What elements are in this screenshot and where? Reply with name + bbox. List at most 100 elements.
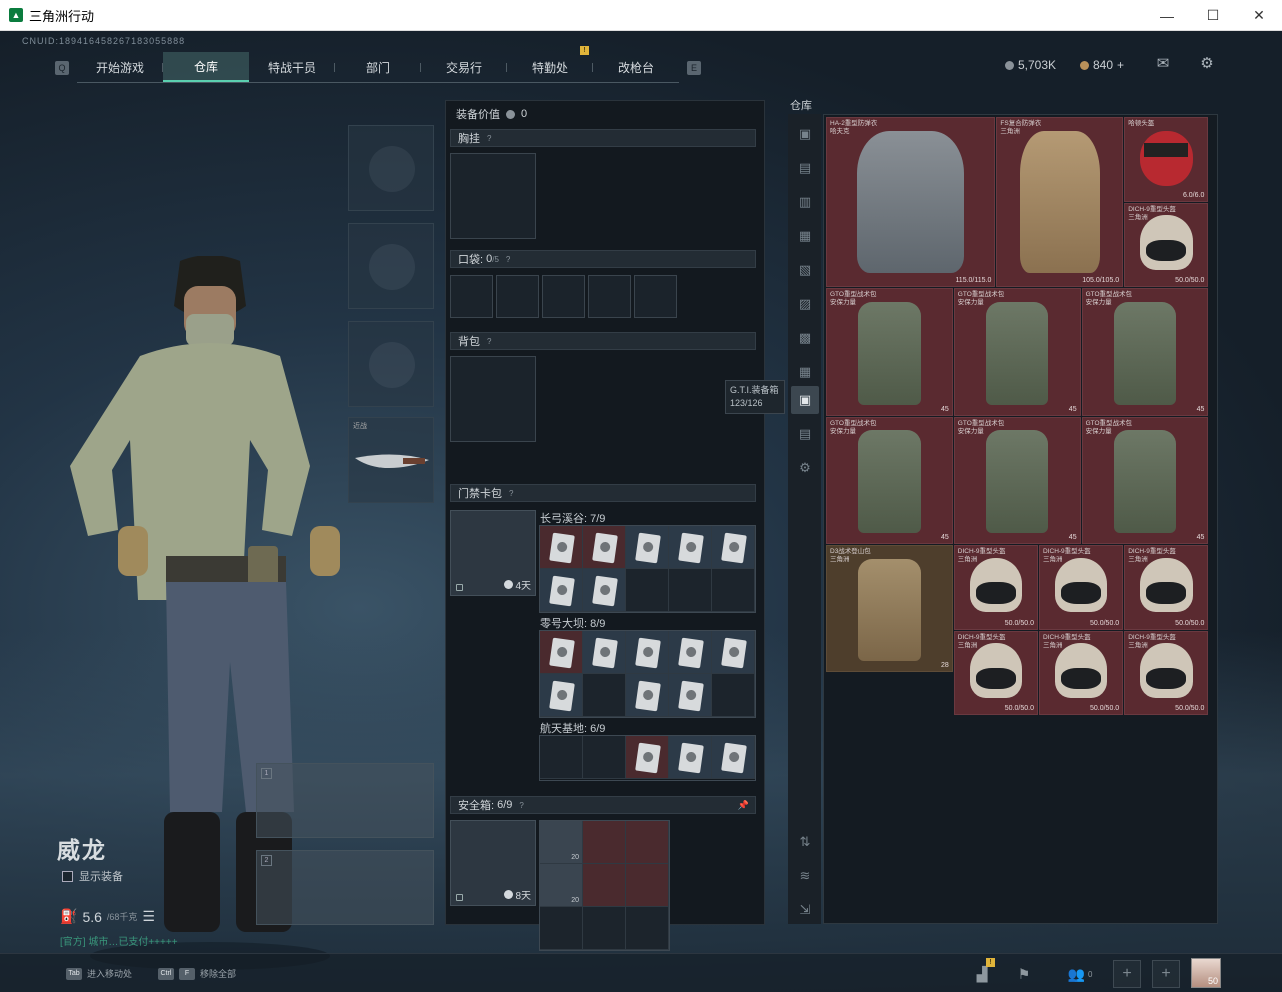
empty-keycard-slot[interactable] (626, 569, 669, 612)
tab-operators[interactable]: 特战干员 (249, 52, 335, 82)
category-collect-icon[interactable]: ▤ (791, 420, 819, 448)
keycard-item[interactable] (583, 631, 626, 674)
category-ammo-icon[interactable]: ▦ (791, 222, 819, 250)
empty-keycard-slot[interactable] (712, 569, 755, 612)
primary-weapon-slot[interactable]: 1 (256, 763, 434, 838)
keycard-item[interactable] (669, 674, 712, 717)
armor-slot[interactable] (348, 223, 434, 309)
keycard-item[interactable] (669, 526, 712, 569)
helmet-slot[interactable] (348, 125, 434, 211)
category-gear-icon[interactable]: ▤ (791, 154, 819, 182)
keycard-case[interactable]: 4天 (450, 510, 536, 596)
stash-item[interactable]: D3战术登山包 三角洲 28 (826, 545, 953, 673)
melee-slot[interactable]: 近战 (348, 417, 434, 503)
keycard-item[interactable] (712, 526, 755, 569)
keycard-item[interactable] (540, 631, 583, 674)
secondary-weapon-slot[interactable]: 2 (256, 850, 434, 925)
stash-item[interactable]: DICH-9重型头盔 三角洲 50.0/50.0 (953, 545, 1038, 630)
tab-departments[interactable]: 部门 (335, 52, 421, 82)
stash-item[interactable]: 哈顿头盔 6.0/6.0 (1124, 117, 1209, 202)
avatar[interactable]: 50 (1191, 958, 1221, 988)
tab-special-ops[interactable]: 特勤处! (507, 46, 593, 82)
tidy-icon[interactable]: ⇲ (791, 896, 819, 924)
mail-icon[interactable]: ✉ (1154, 56, 1172, 72)
pin-icon[interactable]: 📌 (738, 800, 749, 811)
help-icon[interactable]: ? (487, 134, 491, 143)
pocket-slot[interactable] (450, 275, 493, 318)
stash-item[interactable]: GTO重型战术包 安保力量 45 (953, 288, 1081, 416)
category-tools-icon[interactable]: ▩ (791, 324, 819, 352)
mascot-figure-item[interactable] (583, 821, 626, 864)
pocket-slot[interactable] (542, 275, 585, 318)
safebox-item[interactable]: 20 (540, 864, 583, 907)
keycard-item[interactable] (712, 631, 755, 674)
stats-icon[interactable]: ▟! (969, 958, 995, 986)
keycard-item[interactable] (540, 526, 583, 569)
empty-keycard-slot[interactable] (583, 674, 626, 717)
keycard-item[interactable] (583, 526, 626, 569)
stash-item[interactable]: GTO重型战术包 安保力量 45 (826, 416, 953, 544)
keycard-item[interactable] (669, 736, 712, 779)
category-medical-icon[interactable]: ▧ (791, 256, 819, 284)
tab-gunsmith[interactable]: 改枪台 (593, 52, 679, 82)
pistol-slot[interactable] (348, 321, 434, 407)
flag-icon[interactable]: ⚑ (1011, 962, 1037, 986)
stash-item[interactable]: DICH-9重型头盔 三角洲 50.0/50.0 (1124, 545, 1209, 630)
keycard-item[interactable] (669, 631, 712, 674)
close-button[interactable]: ✕ (1236, 0, 1282, 31)
keycard-item[interactable] (626, 736, 669, 779)
tab-start-game[interactable]: 开始游戏 (77, 52, 163, 82)
keycard-item[interactable] (626, 526, 669, 569)
safebox-case[interactable]: 8天 (450, 820, 536, 906)
pocket-slot[interactable] (588, 275, 631, 318)
tab-market[interactable]: 交易行 (421, 52, 507, 82)
keycard-item[interactable] (626, 631, 669, 674)
backpack-slot[interactable] (450, 356, 536, 442)
help-icon[interactable]: ? (509, 489, 513, 498)
category-keys-icon[interactable]: ▦ (791, 358, 819, 386)
empty-keycard-slot[interactable] (669, 569, 712, 612)
category-all-icon[interactable]: ▣ (791, 120, 819, 148)
empty-keycard-slot[interactable] (712, 674, 755, 717)
empty-keycard-slot[interactable] (583, 736, 626, 779)
category-weapons-icon[interactable]: ▥ (791, 188, 819, 216)
stash-item[interactable]: GTO重型战术包 安保力量 45 (1081, 416, 1209, 544)
keycard-item[interactable] (626, 674, 669, 717)
safebox-item[interactable]: 20 (540, 821, 583, 864)
nav-prev-key[interactable]: Q (55, 60, 69, 75)
add-gold-button[interactable]: + (1117, 58, 1124, 72)
bottle-item[interactable] (626, 821, 669, 864)
checkbox[interactable] (62, 870, 73, 882)
keycard-item[interactable] (712, 736, 755, 779)
keycard-item[interactable] (583, 569, 626, 612)
nav-next-key[interactable]: E (687, 60, 701, 75)
category-parts-icon[interactable]: ▨ (791, 290, 819, 318)
stash-item[interactable]: GTO重型战术包 安保力量 45 (826, 288, 953, 416)
stash-item[interactable]: DICH-9重型头盔 三角洲 50.0/50.0 (953, 630, 1038, 716)
safebox-item[interactable] (583, 864, 626, 907)
invite-slot-button[interactable]: + (1152, 960, 1180, 988)
pocket-slot[interactable] (634, 275, 677, 318)
category-gti-box-icon[interactable]: ▣ (791, 386, 819, 414)
help-icon[interactable]: ? (506, 255, 510, 264)
invite-slot-button[interactable]: + (1113, 960, 1141, 988)
stash-item[interactable]: DICH-9重型头盔 三角洲 50.0/50.0 (1124, 630, 1209, 716)
chest-rig-slot[interactable] (450, 153, 536, 239)
maximize-button[interactable]: ☐ (1190, 0, 1236, 31)
list-icon[interactable]: ☰ (142, 908, 155, 925)
safebox-item[interactable] (626, 864, 669, 907)
keycard-item[interactable] (540, 674, 583, 717)
stash-item[interactable]: DICH-9重型头盔 三角洲 50.0/50.0 (1039, 630, 1124, 716)
friends-icon[interactable]: 👥 0 (1060, 962, 1100, 986)
category-settings-icon[interactable]: ⚙ (791, 454, 819, 482)
stash-item[interactable]: GTO重型战术包 安保力量 45 (1081, 288, 1209, 416)
pocket-slot[interactable] (496, 275, 539, 318)
minimize-button[interactable]: — (1144, 0, 1190, 31)
layers-icon[interactable]: ≋ (791, 862, 819, 890)
keycard-item[interactable] (540, 569, 583, 612)
show-equipment-toggle[interactable]: 显示装备 (62, 868, 123, 884)
stash-item[interactable]: DICH-9重型头盔 三角洲 50.0/50.0 (1124, 202, 1209, 288)
tab-warehouse[interactable]: 仓库 (163, 52, 249, 82)
stash-item[interactable]: FS复合防弹衣 三角洲 105.0/105.0 (996, 117, 1124, 288)
help-icon[interactable]: ? (519, 801, 523, 810)
